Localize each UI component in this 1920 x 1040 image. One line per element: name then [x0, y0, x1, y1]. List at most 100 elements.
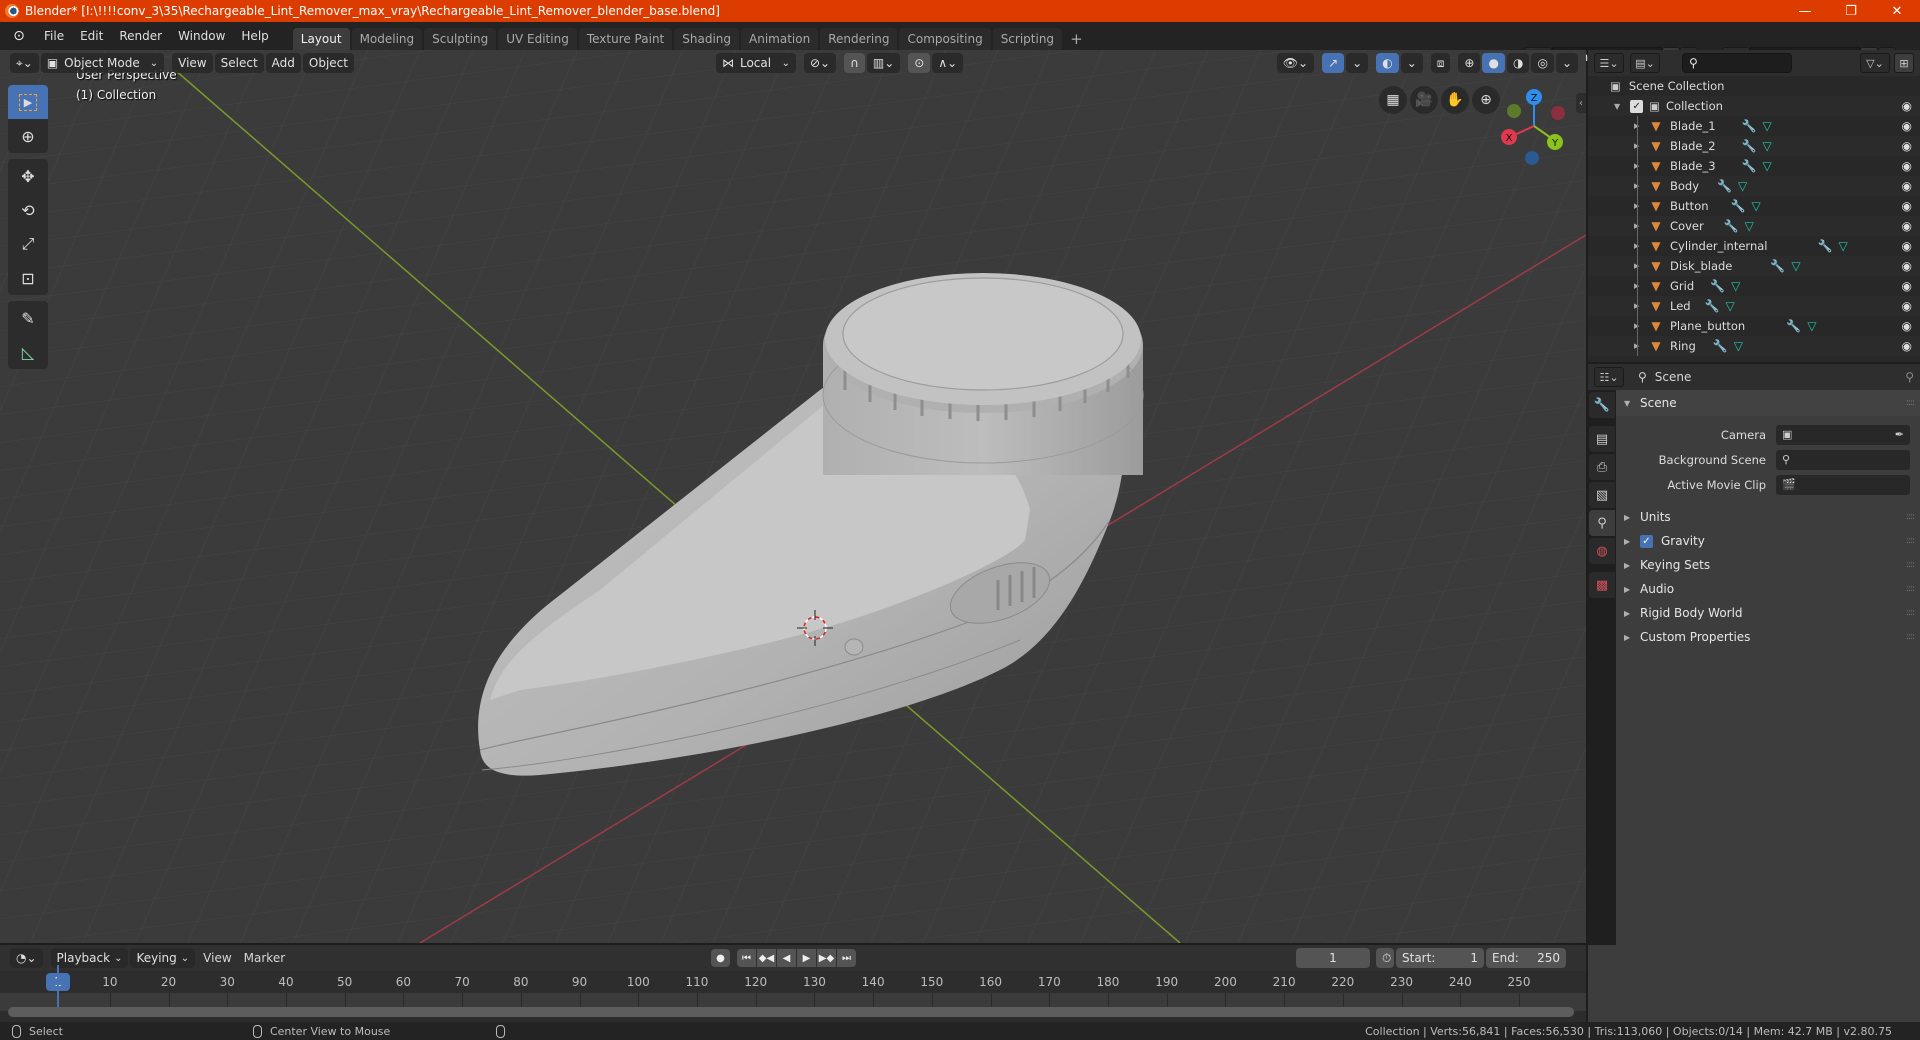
eye-icon[interactable]: ◉	[1902, 159, 1912, 173]
scale-tool[interactable]: ⤢	[8, 227, 48, 261]
mesh-data-icon[interactable]: ▽	[1745, 219, 1754, 233]
menu-select[interactable]: Select	[214, 53, 264, 73]
tab-tool[interactable]: 🔧	[1589, 392, 1615, 418]
maximize-button[interactable]: ❐	[1828, 0, 1874, 22]
menu-object[interactable]: Object	[302, 53, 354, 73]
eye-icon[interactable]: ◉	[1902, 219, 1912, 233]
outliner-object-row[interactable]: ▶▼Button🔧▽◉	[1588, 196, 1920, 216]
outliner-object-row[interactable]: ▶▼Led🔧▽◉	[1588, 296, 1920, 316]
subpanel-custom-properties[interactable]: ▶ Custom Properties::::	[1616, 625, 1920, 649]
modifier-wrench-icon[interactable]: 🔧	[1724, 219, 1739, 233]
current-frame-field[interactable]: 1	[1296, 948, 1370, 968]
sidebar-toggle[interactable]: ‹	[1576, 93, 1586, 113]
mesh-data-icon[interactable]: ▽	[1791, 259, 1800, 273]
tab-render[interactable]: ▤	[1589, 426, 1615, 452]
drag-grip-icon[interactable]: ::::	[1906, 584, 1915, 594]
outliner-object-row[interactable]: ▶▼Cover🔧▽◉	[1588, 216, 1920, 236]
pivot-point-dropdown[interactable]: ⊘⌄	[803, 53, 837, 73]
drag-grip-icon[interactable]: ::::	[1906, 512, 1915, 522]
subpanel-audio[interactable]: ▶ Audio::::	[1616, 577, 1920, 601]
modifier-wrench-icon[interactable]: 🔧	[1786, 319, 1801, 333]
eye-icon[interactable]: ◉	[1902, 119, 1912, 133]
mesh-data-icon[interactable]: ▽	[1751, 199, 1760, 213]
jump-start-button[interactable]: ⏮	[737, 949, 756, 967]
mesh-data-icon[interactable]: ▽	[1726, 299, 1735, 313]
modifier-wrench-icon[interactable]: 🔧	[1717, 179, 1732, 193]
background-scene-field[interactable]: ⚲	[1776, 449, 1910, 470]
shading-rendered[interactable]: ◎	[1531, 53, 1554, 73]
shading-wireframe[interactable]: ⊕	[1458, 53, 1481, 73]
properties-editor-type-icon[interactable]: ☷⌄	[1594, 367, 1624, 387]
3d-viewport[interactable]: ⌖⌄ ▣ Object Mode ⌄ View Select Add Object …	[0, 50, 1586, 943]
outliner-object-row[interactable]: ▶▼Body🔧▽◉	[1588, 176, 1920, 196]
tab-shading[interactable]: Shading	[674, 28, 739, 50]
filter-icon[interactable]: ▽⌄	[1860, 53, 1890, 73]
annotate-tool[interactable]: ✎	[8, 301, 48, 335]
menu-window[interactable]: Window	[170, 29, 233, 43]
close-button[interactable]: ✕	[1874, 0, 1920, 22]
gizmo-toggle[interactable]: ↗	[1322, 53, 1345, 73]
panel-scene-header[interactable]: ▼ Scene ::::	[1616, 390, 1920, 416]
tab-uv-editing[interactable]: UV Editing	[498, 28, 577, 50]
toggle-perspective-button[interactable]: ▦	[1379, 86, 1407, 114]
snap-toggle[interactable]: ∩	[844, 53, 865, 73]
menu-add[interactable]: Add	[265, 53, 301, 73]
eye-icon[interactable]: ◉	[1902, 239, 1912, 253]
rotate-tool[interactable]: ⟲	[8, 193, 48, 227]
timeline-editor-type-icon[interactable]: ◔⌄	[10, 948, 43, 968]
active-movie-clip-field[interactable]: 🎬	[1776, 474, 1910, 495]
camera-field[interactable]: ▣ ✒	[1776, 424, 1910, 445]
mesh-data-icon[interactable]: ▽	[1731, 279, 1740, 293]
mesh-data-icon[interactable]: ▽	[1807, 319, 1816, 333]
mesh-data-icon[interactable]: ▽	[1738, 179, 1747, 193]
subpanel-keying-sets[interactable]: ▶ Keying Sets::::	[1616, 553, 1920, 577]
outliner-object-row[interactable]: ▶▼Blade_2🔧▽◉	[1588, 136, 1920, 156]
neg-z-axis-dot[interactable]	[1525, 151, 1539, 165]
overlays-toggle[interactable]: ◐	[1376, 53, 1399, 73]
eye-icon[interactable]: ◉	[1902, 339, 1912, 353]
gravity-checkbox[interactable]: ✓	[1640, 534, 1653, 548]
end-frame-field[interactable]: End: 250	[1486, 948, 1566, 968]
display-mode-icon[interactable]: ▤⌄	[1630, 53, 1660, 73]
mesh-data-icon[interactable]: ▽	[1838, 239, 1847, 253]
collection-include-checkbox[interactable]: ✓	[1630, 99, 1644, 113]
menu-view[interactable]: View	[172, 53, 213, 73]
menu-help[interactable]: Help	[233, 29, 276, 43]
timeline-ruler[interactable]: 1 10203040506070809010011012013014015016…	[0, 971, 1586, 993]
tab-output[interactable]: ⎙	[1589, 454, 1615, 480]
stopwatch-icon[interactable]: ⏱	[1376, 948, 1394, 968]
timeline-view-menu[interactable]: View	[197, 951, 237, 965]
drag-grip-icon[interactable]: ::::	[1906, 398, 1915, 408]
timeline-scrollbar[interactable]	[8, 1007, 1574, 1017]
tab-animation[interactable]: Animation	[741, 28, 819, 50]
timeline-marker-menu[interactable]: Marker	[238, 951, 291, 965]
eye-icon[interactable]: ◉	[1902, 99, 1912, 113]
modifier-wrench-icon[interactable]: 🔧	[1713, 339, 1728, 353]
modifier-wrench-icon[interactable]: 🔧	[1770, 259, 1785, 273]
neg-y-axis-dot[interactable]	[1507, 104, 1521, 118]
mesh-data-icon[interactable]: ▽	[1734, 339, 1743, 353]
record-button[interactable]: ●	[711, 949, 730, 967]
add-workspace-button[interactable]: +	[1064, 28, 1089, 50]
tab-texture-paint[interactable]: Texture Paint	[578, 28, 673, 50]
tab-compositing[interactable]: Compositing	[899, 28, 991, 50]
snap-target-dropdown[interactable]: ▥⌄	[866, 53, 901, 73]
outliner-object-row[interactable]: ▶▼Disk_blade🔧▽◉	[1588, 256, 1920, 276]
modifier-wrench-icon[interactable]: 🔧	[1710, 279, 1725, 293]
menu-render[interactable]: Render	[111, 29, 170, 43]
tab-world[interactable]: ◍	[1589, 538, 1615, 564]
blender-menu-icon[interactable]: ⊙	[10, 28, 28, 44]
tab-scripting[interactable]: Scripting	[992, 28, 1063, 50]
outliner-object-row[interactable]: ▶▼Blade_1🔧▽◉	[1588, 116, 1920, 136]
xray-toggle[interactable]: ⧈	[1430, 53, 1451, 73]
subpanel-gravity[interactable]: ▶ ✓ Gravity::::	[1616, 529, 1920, 553]
modifier-wrench-icon[interactable]: 🔧	[1731, 199, 1746, 213]
eye-icon[interactable]: ◉	[1902, 179, 1912, 193]
outliner-collection[interactable]: ▼ ✓ ▣ Collection ◉	[1588, 96, 1920, 116]
start-frame-field[interactable]: Start: 1	[1396, 948, 1484, 968]
tab-layout[interactable]: Layout	[292, 28, 350, 50]
outliner-object-row[interactable]: ▶▼Ring🔧▽◉	[1588, 336, 1920, 356]
mode-dropdown[interactable]: ▣ Object Mode ⌄	[40, 53, 165, 73]
cursor-tool[interactable]: ⊕	[8, 119, 48, 153]
select-box-tool[interactable]: ▶	[8, 85, 48, 119]
